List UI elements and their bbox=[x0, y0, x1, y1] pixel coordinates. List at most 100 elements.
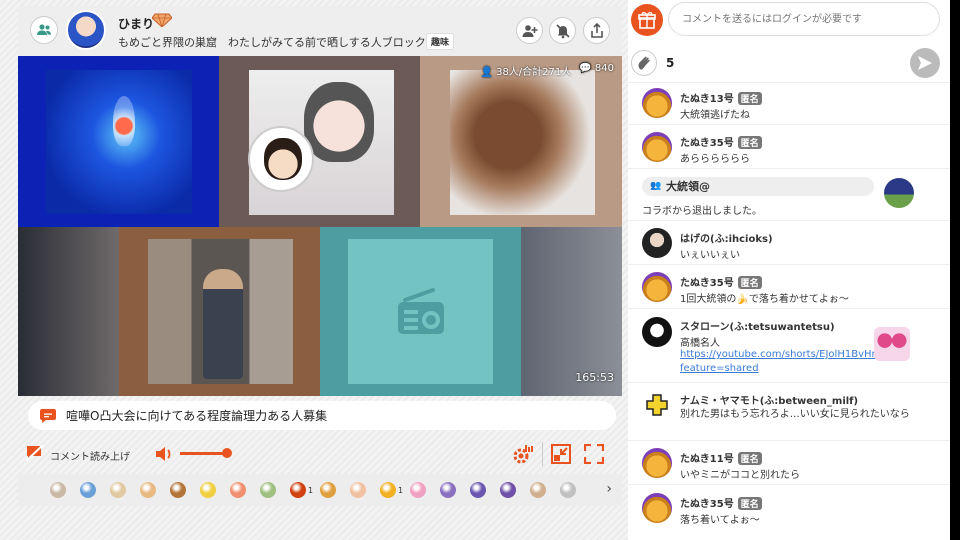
user-avatar[interactable] bbox=[642, 317, 672, 347]
notice-avatar[interactable] bbox=[884, 178, 914, 208]
comment-author[interactable]: たぬき13号 匿名 bbox=[680, 90, 762, 105]
video-tile-blur-left[interactable] bbox=[18, 227, 119, 396]
tanuki-avatar[interactable] bbox=[642, 132, 672, 162]
volume-slider-track[interactable] bbox=[180, 452, 227, 455]
gift-count: 1 bbox=[398, 485, 404, 495]
channel-title: もめごと界隈の巣窟 わたしがみてる前で晒しする人ブロック bbox=[118, 36, 426, 49]
comment-input[interactable] bbox=[668, 2, 940, 36]
notice-user[interactable]: 👥 大統領@ bbox=[642, 177, 874, 196]
comment-author[interactable]: スタローン(ふ:tetsuwantetsu) bbox=[680, 318, 835, 333]
tanuki-avatar[interactable] bbox=[642, 88, 672, 118]
comment-author[interactable]: たぬき35号 匿名 bbox=[680, 274, 762, 289]
video-tile-mirror-selfie[interactable] bbox=[119, 227, 320, 396]
video-tile-radio[interactable] bbox=[320, 227, 521, 396]
gift-icon bbox=[290, 482, 306, 498]
follow-button[interactable] bbox=[516, 17, 543, 44]
broadcast-panel: ひまり もめごと界隈の巣窟 わたしがみてる前で晒しする人ブロック 趣味 👤 38… bbox=[0, 0, 628, 540]
gift-icon bbox=[170, 482, 186, 498]
tile-image bbox=[148, 239, 293, 384]
chevron-right-icon[interactable]: › bbox=[606, 481, 612, 497]
listener-stats: 👤 38人/合計271人 💬 840 bbox=[480, 63, 614, 78]
video-tile-portrait[interactable] bbox=[219, 56, 420, 227]
genre-tag[interactable]: 趣味 bbox=[426, 33, 455, 50]
window-edge bbox=[950, 0, 960, 540]
anonymous-badge: 匿名 bbox=[737, 452, 762, 465]
gift-icon bbox=[320, 482, 336, 498]
host-avatar[interactable] bbox=[66, 10, 106, 50]
anonymous-badge: 匿名 bbox=[737, 497, 762, 510]
gift-item[interactable] bbox=[500, 482, 530, 498]
gift-item[interactable]: 1 bbox=[290, 482, 320, 498]
comment-item: ナムミ・ヤマモト(ふ:between_milf) 別れた男はもう忘れろよ…いい女… bbox=[628, 383, 950, 441]
comment-author[interactable]: たぬき35号 匿名 bbox=[680, 134, 762, 149]
gift-item[interactable] bbox=[320, 482, 350, 498]
fullscreen-icon bbox=[583, 443, 605, 465]
video-tile-hair[interactable] bbox=[420, 56, 622, 227]
gift-item[interactable] bbox=[530, 482, 560, 498]
gift-item[interactable] bbox=[470, 482, 500, 498]
host-name[interactable]: ひまり bbox=[118, 15, 154, 32]
broadcast-header: ひまり もめごと界隈の巣窟 わたしがみてる前で晒しする人ブロック 趣味 bbox=[18, 6, 622, 56]
gift-item[interactable] bbox=[110, 482, 140, 498]
listener-count: 👤 38人/合計271人 bbox=[480, 67, 572, 78]
video-grid[interactable]: 👤 38人/合計271人 💬 840 165:53 bbox=[18, 56, 622, 396]
mixer-settings-button[interactable] bbox=[512, 443, 534, 468]
comment-text: いやミニがココと別れたら bbox=[680, 470, 800, 481]
gift-item[interactable] bbox=[260, 482, 290, 498]
tts-label[interactable]: コメント読み上げ bbox=[50, 448, 130, 463]
layout-toggle-button[interactable] bbox=[551, 444, 571, 467]
comment-link[interactable]: https://youtube.com/shorts/EJolH1BvHnU?f… bbox=[680, 348, 890, 376]
gift-item[interactable] bbox=[140, 482, 170, 498]
comment-item: たぬき35号 匿名 あらららららら bbox=[628, 125, 950, 169]
mute-notification-button[interactable] bbox=[549, 17, 576, 44]
comment-item: たぬき35号 匿名 1回大統領の🍌で落ち着かせてよぉ〜 bbox=[628, 265, 950, 309]
tts-off-icon bbox=[25, 444, 44, 462]
gift-item[interactable]: 1 bbox=[380, 482, 410, 498]
tile-image bbox=[450, 70, 595, 215]
cross-emblem-icon bbox=[646, 394, 668, 416]
anonymous-badge: 匿名 bbox=[737, 276, 762, 289]
send-icon bbox=[918, 56, 932, 70]
diamond-badge-icon bbox=[151, 13, 173, 30]
gift-item[interactable] bbox=[230, 482, 260, 498]
gift-icon bbox=[380, 482, 396, 498]
comment-text: 落ち着いてよぉ〜 bbox=[680, 515, 760, 526]
share-button[interactable] bbox=[583, 17, 610, 44]
comment-author[interactable]: ナムミ・ヤマモト(ふ:between_milf) bbox=[680, 392, 858, 407]
volume-icon bbox=[156, 447, 171, 461]
gift-item[interactable] bbox=[170, 482, 200, 498]
comment-feed[interactable]: たぬき13号 匿名 大統領逃げたね たぬき35号 匿名 あらららららら 👥 大統領@… bbox=[628, 83, 950, 540]
gift-item[interactable] bbox=[410, 482, 440, 498]
gift-icon bbox=[500, 482, 516, 498]
tts-toggle[interactable] bbox=[25, 444, 44, 464]
comment-item: たぬき35号 匿名 落ち着いてよぉ〜 bbox=[628, 485, 950, 540]
shrink-window-icon bbox=[551, 444, 571, 464]
user-avatar[interactable] bbox=[642, 390, 672, 420]
video-tile-jellyfish[interactable] bbox=[18, 56, 219, 227]
comment-author[interactable]: たぬき35号 匿名 bbox=[680, 495, 762, 510]
gift-item[interactable] bbox=[200, 482, 230, 498]
app: ひまり もめごと界隈の巣窟 わたしがみてる前で晒しする人ブロック 趣味 👤 38… bbox=[0, 0, 960, 540]
tanuki-avatar[interactable] bbox=[642, 493, 672, 523]
user-avatar[interactable] bbox=[642, 228, 672, 258]
send-gift-button[interactable] bbox=[631, 4, 663, 36]
gift-item[interactable] bbox=[350, 482, 380, 498]
volume-button[interactable] bbox=[155, 445, 175, 466]
comment-icon: 💬 bbox=[579, 63, 592, 74]
gift-item[interactable] bbox=[50, 482, 80, 498]
listeners-button[interactable] bbox=[30, 16, 58, 44]
send-comment-button[interactable] bbox=[910, 48, 940, 78]
comment-author[interactable]: たぬき11号 匿名 bbox=[680, 450, 762, 465]
tanuki-avatar[interactable] bbox=[642, 448, 672, 478]
comment-author[interactable]: はげの(ふ:ihcioks) bbox=[680, 230, 773, 245]
comment-text: あらららららら bbox=[680, 154, 750, 165]
gift-item[interactable] bbox=[80, 482, 110, 498]
gift-item[interactable] bbox=[560, 482, 590, 498]
gift-item[interactable] bbox=[440, 482, 470, 498]
gift-icon bbox=[230, 482, 246, 498]
volume-slider-handle[interactable] bbox=[221, 448, 232, 458]
clap-button[interactable] bbox=[631, 50, 657, 76]
fullscreen-button[interactable] bbox=[583, 443, 605, 467]
add-user-icon bbox=[522, 24, 537, 37]
tanuki-avatar[interactable] bbox=[642, 272, 672, 302]
